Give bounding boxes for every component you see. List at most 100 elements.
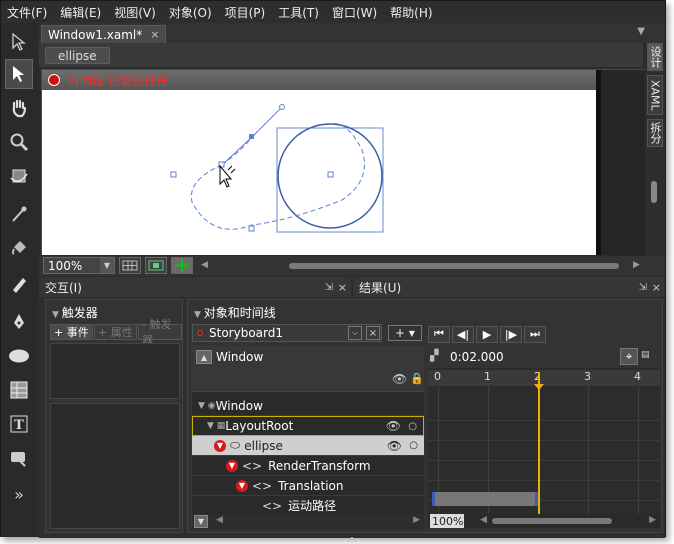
- close-icon[interactable]: ×: [150, 28, 159, 41]
- path-anchor-point[interactable]: [249, 134, 254, 139]
- menu-view[interactable]: 视图(V): [114, 4, 156, 21]
- previous-frame-icon[interactable]: ◀|: [452, 325, 474, 343]
- breadcrumb-item-ellipse[interactable]: ellipse: [45, 47, 110, 64]
- lock-toggle-icon[interactable]: 🔒: [410, 372, 424, 385]
- timeline-scrollbar[interactable]: [492, 518, 612, 524]
- paint-bucket-tool-icon[interactable]: [5, 233, 33, 263]
- chevron-down-icon[interactable]: ▼: [100, 258, 114, 273]
- triggers-list[interactable]: [50, 343, 180, 399]
- lock-icon[interactable]: ○: [408, 421, 417, 432]
- zoom-tool-icon[interactable]: [5, 127, 33, 157]
- animated-marker-icon[interactable]: ▼: [226, 459, 238, 472]
- menu-window[interactable]: 窗口(W): [332, 4, 377, 21]
- grid-tool-icon[interactable]: [5, 375, 33, 405]
- pen-tool-icon[interactable]: [5, 307, 33, 337]
- collapse-arrow-icon[interactable]: ▼: [52, 310, 62, 320]
- storyboard-options-icon[interactable]: ⌵: [348, 326, 362, 340]
- more-tools-icon[interactable]: »: [5, 479, 33, 509]
- interaction-title[interactable]: 交互(I): [45, 279, 82, 296]
- results-title[interactable]: 结果(U): [359, 279, 401, 296]
- pin-icon[interactable]: ⇲: [639, 282, 647, 293]
- scroll-right-arrow-icon[interactable]: ▶: [649, 515, 656, 525]
- first-frame-icon[interactable]: ⏮: [428, 325, 450, 343]
- menu-tools[interactable]: 工具(T): [278, 4, 319, 21]
- scroll-right-arrow-icon[interactable]: ▶: [633, 260, 640, 270]
- menu-edit[interactable]: 编辑(E): [60, 4, 101, 21]
- current-time[interactable]: 0:02.000: [450, 350, 504, 364]
- record-keyframe-icon[interactable]: ▞: [430, 349, 438, 362]
- visibility-icon[interactable]: 👁: [386, 419, 401, 433]
- add-event-button[interactable]: + 事件: [50, 324, 93, 340]
- vertical-scrollbar[interactable]: [651, 181, 657, 203]
- tree-item-window[interactable]: ▼ ◉ Window: [192, 396, 424, 416]
- path-anchor-point[interactable]: [248, 225, 255, 232]
- snap-to-snaplines-icon[interactable]: [171, 257, 193, 274]
- tab-split[interactable]: 拆分: [647, 119, 663, 147]
- visibility-toggle-icon[interactable]: 👁: [392, 372, 407, 386]
- path-handle-point[interactable]: [279, 104, 285, 110]
- trigger-actions-list[interactable]: [50, 403, 180, 529]
- add-property-button[interactable]: + 属性: [94, 324, 137, 340]
- last-frame-icon[interactable]: ⏭: [524, 325, 546, 343]
- playhead-handle-icon[interactable]: [534, 384, 544, 390]
- pin-icon[interactable]: ⇲: [325, 282, 333, 293]
- tree-item-layoutroot[interactable]: ▼ ▦ LayoutRoot 👁 ○: [192, 416, 424, 436]
- snapping-icon[interactable]: ⌖: [620, 348, 638, 365]
- tree-item-translation[interactable]: ▼ <> Translation: [192, 476, 424, 496]
- tab-design[interactable]: 设计: [647, 43, 663, 71]
- animated-marker-icon[interactable]: ▼: [214, 439, 226, 452]
- eyedropper-tool-icon[interactable]: [5, 199, 33, 229]
- dropdown-arrow-icon[interactable]: ▼: [637, 26, 645, 37]
- ellipse-bounding-box[interactable]: [276, 127, 384, 233]
- collapse-arrow-icon[interactable]: ▼: [194, 310, 204, 320]
- animated-marker-icon[interactable]: ▼: [236, 479, 248, 492]
- selection-tool-icon[interactable]: [5, 27, 33, 57]
- scroll-right-arrow-icon[interactable]: ▶: [413, 515, 420, 525]
- motion-path-keyframe-bar[interactable]: [432, 492, 538, 506]
- path-anchor-point[interactable]: [327, 171, 334, 178]
- triggers-header[interactable]: ▼ 触发器: [52, 304, 98, 321]
- direct-selection-tool-icon[interactable]: [5, 59, 33, 89]
- tree-item-motion-path[interactable]: <> 运动路径: [192, 496, 424, 516]
- pan-tool-icon[interactable]: [5, 93, 33, 123]
- path-anchor-point[interactable]: [170, 171, 177, 178]
- brush-transform-tool-icon[interactable]: [5, 269, 33, 299]
- menu-help[interactable]: 帮助(H): [390, 4, 432, 21]
- tree-item-rendertransform[interactable]: ▼ <> RenderTransform: [192, 456, 424, 476]
- tab-xaml[interactable]: XAML: [647, 75, 663, 115]
- menu-project[interactable]: 项目(P): [225, 4, 266, 21]
- new-storyboard-button[interactable]: + ▾: [388, 325, 422, 341]
- playhead[interactable]: [538, 372, 540, 516]
- recording-indicator[interactable]: 时间线 记录已打开: [42, 70, 596, 90]
- scroll-left-arrow-icon[interactable]: ◀: [480, 515, 487, 525]
- next-frame-icon[interactable]: |▶: [500, 325, 522, 343]
- remove-trigger-button[interactable]: - 触发器: [138, 318, 182, 347]
- ruler-icon[interactable]: ▤: [641, 350, 650, 360]
- menu-object[interactable]: 对象(O): [169, 4, 212, 21]
- menu-file[interactable]: 文件(F): [7, 4, 47, 21]
- horizontal-scrollbar[interactable]: [289, 263, 619, 269]
- visibility-icon[interactable]: 👁: [387, 439, 402, 453]
- assets-tool-icon[interactable]: [5, 443, 33, 473]
- scroll-left-arrow-icon[interactable]: ◀: [201, 260, 208, 270]
- camera-orbit-tool-icon[interactable]: [5, 161, 33, 191]
- close-panel-icon[interactable]: ×: [652, 281, 661, 294]
- grid-toggle-icon[interactable]: [119, 257, 141, 274]
- play-icon[interactable]: ▶: [476, 325, 498, 343]
- design-canvas[interactable]: [42, 90, 596, 255]
- scroll-left-arrow-icon[interactable]: ◀: [216, 515, 223, 525]
- timeline-ruler[interactable]: 0 1 2 3 4: [428, 370, 660, 386]
- tab-window1[interactable]: Window1.xaml* ×: [41, 25, 167, 43]
- ellipse-tool-icon[interactable]: [5, 341, 33, 371]
- text-tool-icon[interactable]: T: [5, 409, 33, 439]
- close-panel-icon[interactable]: ×: [338, 281, 347, 294]
- close-storyboard-icon[interactable]: ×: [366, 326, 380, 340]
- expand-arrow-icon[interactable]: ▼ ▦: [207, 421, 225, 431]
- record-icon[interactable]: [48, 74, 60, 86]
- scope-up-icon[interactable]: ▲: [196, 350, 212, 364]
- snap-to-grid-icon[interactable]: [145, 257, 167, 274]
- expand-arrow-icon[interactable]: ▼ ◉: [198, 401, 216, 411]
- timeline-zoom[interactable]: 100%: [430, 514, 464, 528]
- lock-icon[interactable]: ○: [409, 440, 418, 451]
- objects-header[interactable]: ▼ 对象和时间线: [194, 304, 276, 321]
